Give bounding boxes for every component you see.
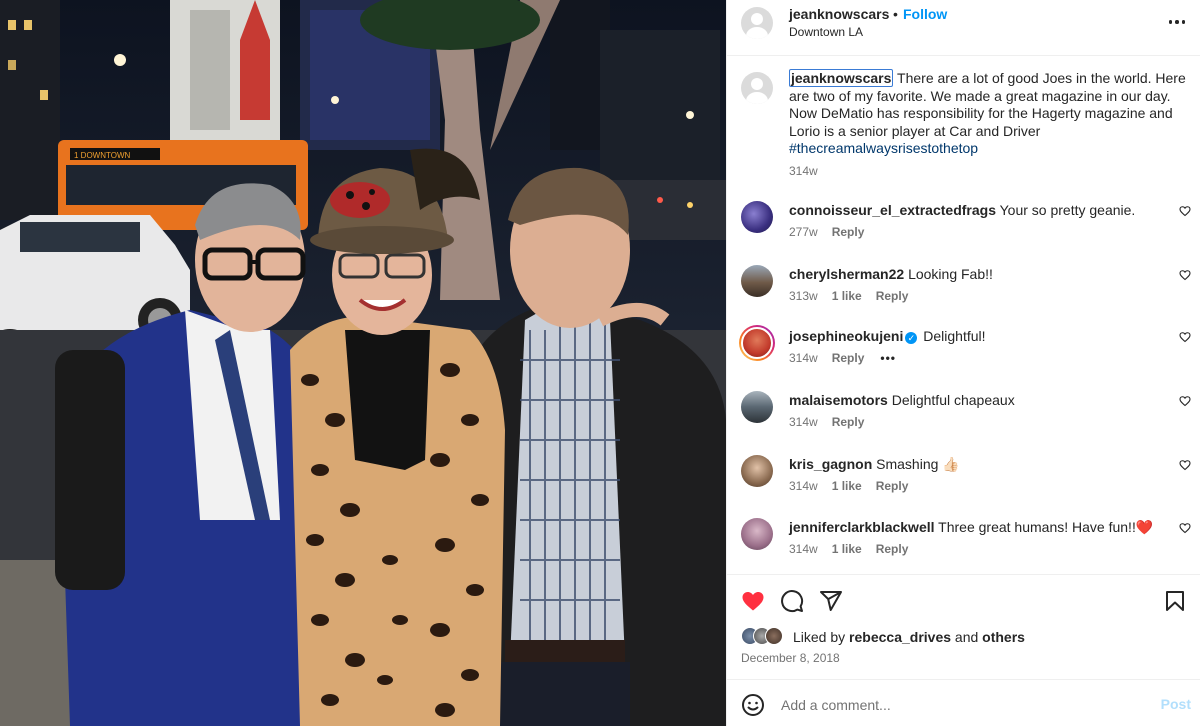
comment-text: malaisemotors Delightful chapeaux (789, 391, 1015, 409)
comment-meta: 277w Reply (789, 225, 864, 239)
comment-username[interactable]: josephineokujeni (789, 328, 903, 344)
caption-timestamp[interactable]: 314w (789, 164, 818, 178)
post-author-username[interactable]: jeanknowscars (789, 6, 889, 22)
heart-outline-icon[interactable] (1179, 205, 1191, 217)
emoji-icon[interactable] (741, 693, 765, 717)
comment-text: connoisseur_el_extractedfrags Your so pr… (789, 201, 1135, 219)
comment-meta: 314w Reply ••• (789, 351, 896, 365)
follow-button[interactable]: Follow (903, 6, 947, 22)
avatar[interactable] (741, 391, 773, 423)
reply-button[interactable]: Reply (832, 225, 865, 239)
liked-by-prefix: Liked by (793, 629, 850, 645)
comment-text: cherylsherman22 Looking Fab!! (789, 265, 993, 283)
share-icon[interactable] (819, 589, 843, 613)
post-detail-pane: jeanknowscars • Follow Downtown LA jeank… (726, 0, 1200, 726)
svg-text:1 DOWNTOWN: 1 DOWNTOWN (74, 151, 131, 160)
comment-body: Delightful chapeaux (891, 392, 1015, 408)
comment-item: connoisseur_el_extractedfrags Your so pr… (727, 201, 1200, 261)
comment-meta: 313w 1 like Reply (789, 289, 908, 303)
more-horizontal-icon[interactable] (1167, 10, 1187, 34)
comment-meta: 314w 1 like Reply (789, 542, 908, 556)
liked-by-and: and (951, 629, 983, 645)
post-comment-button[interactable]: Post (1161, 696, 1191, 712)
comment-time[interactable]: 313w (789, 289, 818, 303)
comment-item: cherylsherman22 Looking Fab!! 313w 1 like… (727, 265, 1200, 325)
comment-body: Smashing 👍🏻 (876, 456, 960, 472)
comment-item: jenniferclarkblackwell Three great human… (727, 518, 1200, 578)
post-date[interactable]: December 8, 2018 (741, 651, 840, 665)
photo-three-people-night-street: 1 DOWNTOWN (0, 0, 726, 726)
comment-likes[interactable]: 1 like (832, 479, 862, 493)
avatar[interactable] (741, 455, 773, 487)
verified-badge-icon: ✓ (905, 332, 918, 344)
comment-body: Your so pretty geanie. (999, 202, 1136, 218)
avatar[interactable] (741, 72, 773, 104)
caption-text: jeanknowscars There are a lot of good Jo… (789, 69, 1189, 158)
comment-username[interactable]: cherylsherman22 (789, 266, 904, 282)
reply-button[interactable]: Reply (832, 415, 865, 429)
comment-item: josephineokujeni ✓ Delightful! 314w Reply •… (727, 325, 1200, 387)
comment-time[interactable]: 314w (789, 351, 818, 365)
comment-body: Looking Fab!! (908, 266, 993, 282)
liked-by-others[interactable]: others (982, 629, 1025, 645)
comment-username[interactable]: malaisemotors (789, 392, 888, 408)
post-location[interactable]: Downtown LA (789, 25, 863, 39)
comment-body: Three great humans! Have fun!!❤️ (938, 519, 1154, 535)
heart-outline-icon[interactable] (1179, 395, 1191, 407)
comment-meta: 314w Reply (789, 415, 864, 429)
comment-text: jenniferclarkblackwell Three great human… (789, 518, 1153, 536)
comment-username[interactable]: jenniferclarkblackwell (789, 519, 935, 535)
reply-button[interactable]: Reply (876, 289, 909, 303)
caption-hashtag[interactable]: #thecreamalwaysrisestothetop (789, 140, 978, 156)
comment-input[interactable] (781, 694, 1141, 716)
comment-item: kris_gagnon Smashing 👍🏻 314w 1 like Reply (727, 455, 1200, 515)
comment-likes[interactable]: 1 like (832, 289, 862, 303)
comment-meta: 314w 1 like Reply (789, 479, 908, 493)
add-comment-bar: Post (727, 679, 1200, 726)
post-photo[interactable]: 1 DOWNTOWN (0, 0, 726, 726)
reply-button[interactable]: Reply (832, 351, 865, 365)
separator-dot: • (893, 6, 898, 22)
avatar[interactable] (741, 265, 773, 297)
comment-time[interactable]: 314w (789, 542, 818, 556)
avatar[interactable] (741, 518, 773, 550)
heart-filled-icon[interactable] (741, 589, 765, 613)
comment-username[interactable]: connoisseur_el_extractedfrags (789, 202, 996, 218)
liked-by-text: Liked by rebecca_drives and others (793, 629, 1025, 645)
comment-more-icon[interactable]: ••• (880, 351, 896, 365)
comment-time[interactable]: 277w (789, 225, 818, 239)
reply-button[interactable]: Reply (876, 479, 909, 493)
heart-outline-icon[interactable] (1179, 269, 1191, 281)
comment-time[interactable]: 314w (789, 479, 818, 493)
heart-outline-icon[interactable] (1179, 522, 1191, 534)
avatar[interactable] (741, 201, 773, 233)
avatar[interactable] (741, 7, 773, 39)
heart-outline-icon[interactable] (1179, 459, 1191, 471)
comment-time[interactable]: 314w (789, 415, 818, 429)
comment-username[interactable]: kris_gagnon (789, 456, 872, 472)
caption-username[interactable]: jeanknowscars (789, 69, 894, 87)
comment-body: Delightful! (923, 328, 986, 344)
heart-outline-icon[interactable] (1179, 331, 1191, 343)
liked-by-avatars[interactable] (741, 627, 793, 647)
post-actions: Liked by rebecca_drives and others Decem… (727, 574, 1200, 726)
reply-button[interactable]: Reply (876, 542, 909, 556)
comment-item: malaisemotors Delightful chapeaux 314w Re… (727, 391, 1200, 451)
liked-by-user[interactable]: rebecca_drives (849, 629, 951, 645)
post-header: jeanknowscars • Follow Downtown LA (727, 0, 1200, 56)
bookmark-icon[interactable] (1163, 589, 1187, 613)
comment-text: josephineokujeni ✓ Delightful! (789, 327, 986, 345)
comment-likes[interactable]: 1 like (832, 542, 862, 556)
avatar[interactable] (739, 325, 775, 361)
comment-icon[interactable] (780, 589, 804, 613)
comment-text: kris_gagnon Smashing 👍🏻 (789, 455, 960, 473)
